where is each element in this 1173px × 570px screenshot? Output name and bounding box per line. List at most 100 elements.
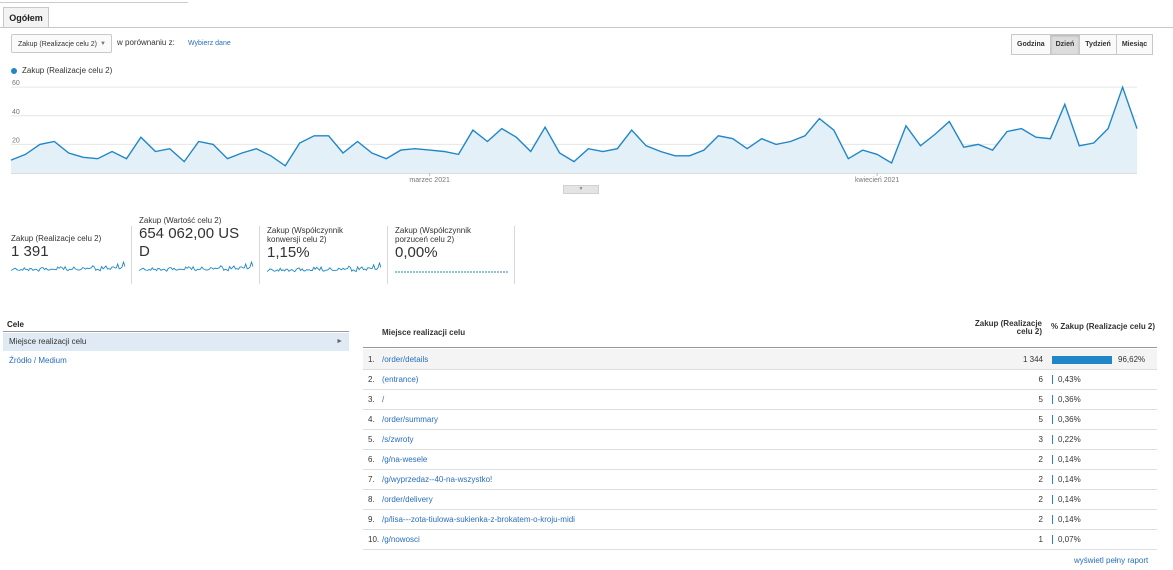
goals-divider: [3, 331, 349, 332]
row-page-link[interactable]: (entrance): [382, 375, 418, 384]
scorecard-label: Zakup (Współczynnik porzuceń celu 2): [395, 226, 472, 244]
tab-divider: [0, 27, 1173, 28]
row-page-link[interactable]: /order/summary: [382, 415, 438, 424]
granularity-day-button[interactable]: Dzień: [1049, 34, 1081, 55]
row-percent-bar: [1052, 395, 1053, 404]
scorecard-value: 0,00%: [395, 244, 438, 261]
y-tick-label: 60: [12, 80, 20, 87]
table-row: 8. /order/delivery 2 0,14%: [363, 489, 1157, 510]
row-value: 2: [1038, 515, 1043, 524]
row-number: 1.: [368, 355, 375, 364]
row-number: 3.: [368, 395, 375, 404]
row-page-link[interactable]: /g/nowosci: [382, 535, 420, 544]
row-value: 2: [1038, 475, 1043, 484]
scorecard-label: Zakup (Realizacje celu 2): [11, 234, 102, 243]
row-page-link[interactable]: /s/zwroty: [382, 435, 414, 444]
row-number: 2.: [368, 375, 375, 384]
row-value: 1: [1038, 535, 1043, 544]
choose-metric-link[interactable]: Wybierz dane: [188, 40, 231, 47]
chevron-right-icon: ►: [336, 338, 343, 345]
goals-title: Cele: [7, 320, 24, 329]
sparkline-line: [11, 261, 125, 272]
row-value: 5: [1038, 395, 1043, 404]
row-percent: 0,36%: [1058, 415, 1081, 424]
row-percent-bar: [1052, 375, 1053, 384]
full-report-link[interactable]: wyświetl pełny raport: [1074, 556, 1148, 565]
row-number: 5.: [368, 435, 375, 444]
row-percent: 0,14%: [1058, 515, 1081, 524]
table-header-divider: [363, 347, 1157, 348]
granularity-switch: Godzina Dzień Tydzień Miesiąc: [1011, 34, 1154, 55]
row-page-link[interactable]: /g/wyprzedaz--40-na-wszystko!: [382, 475, 492, 484]
scorecard-divider: [131, 226, 132, 284]
row-number: 4.: [368, 415, 375, 424]
legend-dot-icon: [11, 67, 17, 74]
row-number: 6.: [368, 455, 375, 464]
row-percent: 0,14%: [1058, 495, 1081, 504]
row-page-link[interactable]: /: [382, 395, 384, 404]
row-number: 7.: [368, 475, 375, 484]
table-row: 9. /p/lisa---zota-tiulowa-sukienka-z-brok…: [363, 509, 1157, 530]
tab-overview[interactable]: Ogółem: [3, 7, 49, 28]
scorecard-divider: [387, 226, 388, 284]
row-percent-bar: [1052, 435, 1053, 444]
goals-item-label: Miejsce realizacji celu: [9, 337, 87, 346]
row-percent: 0,43%: [1058, 375, 1081, 384]
legend-label: Zakup (Realizacje celu 2): [22, 66, 113, 75]
row-value: 1 344: [1022, 355, 1043, 364]
row-percent: 0,14%: [1058, 455, 1081, 464]
series-area: [11, 87, 1137, 173]
metric-dropdown-value: Zakup (Realizacje celu 2): [18, 41, 97, 48]
sparkline: [395, 271, 509, 273]
row-percent: 0,14%: [1058, 475, 1081, 484]
row-percent-bar: [1052, 495, 1053, 504]
y-tick-label: 20: [12, 137, 20, 144]
sparkline: [11, 261, 125, 272]
sparkline-line: [139, 261, 253, 272]
y-tick-label: 40: [12, 109, 20, 116]
row-number: 10.: [368, 535, 380, 544]
scorecard-divider: [514, 226, 515, 284]
row-page-link[interactable]: /order/details: [382, 355, 428, 364]
scorecard-label: Zakup (Współczynnik konwersji celu 2): [267, 226, 344, 244]
row-value: 6: [1038, 375, 1043, 384]
scorecard-value: 654 062,00 USD: [139, 225, 240, 260]
x-tick-label: marzec 2021: [409, 177, 450, 184]
chart-collapse-handle[interactable]: ▼: [563, 185, 599, 194]
row-number: 9.: [368, 515, 375, 524]
table-row: 10./g/nowosci 1 0,07%: [363, 529, 1157, 550]
goals-item-source-medium[interactable]: Źródło / Medium: [9, 356, 67, 365]
scorecard-abandon-rate: Zakup (Współczynnik porzuceń celu 2) 0,0…: [395, 226, 511, 274]
row-percent-bar: [1052, 415, 1053, 424]
table-row: 3. / 5 0,36%: [363, 389, 1157, 410]
line-chart: 20 40 60 marzec 2021 kwiecień 2021: [10, 80, 1138, 184]
row-value: 2: [1038, 455, 1043, 464]
row-percent-bar: [1052, 356, 1112, 364]
row-percent-bar: [1052, 515, 1053, 524]
scorecard-value: 1 391: [11, 243, 49, 260]
row-page-link[interactable]: /g/na-wesele: [382, 455, 427, 464]
granularity-week-button[interactable]: Tydzień: [1079, 34, 1117, 55]
row-percent: 96,62%: [1118, 355, 1146, 364]
top-divider: [0, 2, 188, 3]
table-row: 1. /order/details 1 344 96,62%: [363, 349, 1157, 370]
row-number: 8.: [368, 495, 375, 504]
row-page-link[interactable]: /p/lisa---zota-tiulowa-sukienka-z-brokat…: [382, 515, 575, 524]
granularity-month-button[interactable]: Miesiąc: [1115, 34, 1154, 55]
row-value: 2: [1038, 495, 1043, 504]
row-percent: 0,36%: [1058, 395, 1081, 404]
scorecard-divider: [259, 226, 260, 284]
row-page-link[interactable]: /order/delivery: [382, 495, 433, 504]
metric-dropdown[interactable]: Zakup (Realizacje celu 2) ▼: [11, 34, 112, 53]
row-percent: 0,07%: [1058, 535, 1081, 544]
row-percent: 0,22%: [1058, 435, 1081, 444]
x-tick-label: kwiecień 2021: [855, 177, 899, 184]
table-header-completions[interactable]: Zakup (Realizacje celu 2): [972, 320, 1042, 336]
table-row: 5. /s/zwroty 3 0,22%: [363, 429, 1157, 450]
compare-label: w porównaniu z:: [117, 38, 175, 47]
goals-item-goal-location[interactable]: Miejsce realizacji celu ►: [3, 333, 349, 351]
table-header-location: Miejsce realizacji celu: [382, 328, 466, 337]
row-value: 5: [1038, 415, 1043, 424]
granularity-hour-button[interactable]: Godzina: [1011, 34, 1051, 55]
scorecard-value-goal: Zakup (Wartość celu 2) 654 062,00 USD: [139, 216, 255, 273]
